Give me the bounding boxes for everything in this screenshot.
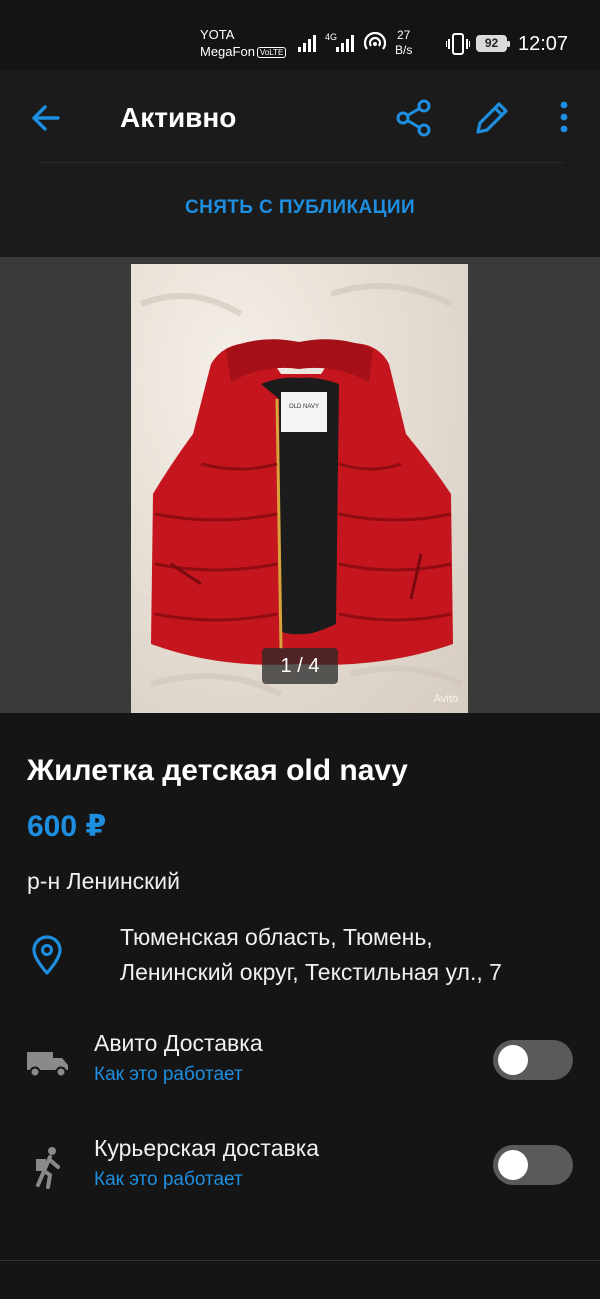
avito-delivery-title: Авито Доставка	[94, 1030, 263, 1056]
carrier-megafon: MegaFon	[200, 44, 255, 59]
photo-counter: 1 / 4	[262, 648, 338, 684]
arrow-left-icon[interactable]	[26, 98, 66, 138]
address-line-2: Ленинский округ, Текстильная ул., 7	[120, 959, 502, 985]
vibrate-icon	[446, 33, 470, 55]
carrier-megafon-row: MegaFon VoLTE	[200, 43, 287, 60]
tag-text: OLD NAVY	[289, 404, 319, 410]
net-speed: 27 B/s	[395, 28, 412, 58]
pencil-icon[interactable]	[470, 96, 514, 140]
courier-walking-icon	[36, 1147, 60, 1189]
address-line-1: Тюменская область, Тюмень,	[120, 924, 433, 950]
unpublish-button[interactable]: СНЯТЬ С ПУБЛИКАЦИИ	[0, 194, 600, 222]
carrier-yota: YOTA	[200, 27, 235, 42]
toolbar-divider	[40, 162, 564, 163]
courier-delivery-title: Курьерская доставка	[94, 1135, 320, 1161]
courier-delivery-how-link[interactable]: Как это работает	[94, 1167, 243, 1193]
status-bar: YOTA MegaFon VoLTE 4G 27 B/s 92 12:07	[0, 0, 600, 70]
listing-price: 600 ₽	[27, 810, 107, 843]
listing-title: Жилетка детская old navy	[27, 754, 408, 787]
signal-icon-2	[336, 35, 354, 52]
net-speed-unit: B/s	[395, 43, 413, 57]
courier-delivery-row: Курьерская доставка Как это работает	[0, 1131, 600, 1211]
toggle-knob	[498, 1045, 528, 1075]
net-speed-value: 27	[396, 28, 411, 42]
listing-district: р-н Ленинский	[27, 868, 180, 894]
unpublish-bar: СНЯТЬ С ПУБЛИКАЦИИ	[0, 164, 600, 257]
avito-delivery-row: Авито Доставка Как это работает	[0, 1026, 600, 1106]
avito-delivery-how-link[interactable]: Как это работает	[94, 1062, 243, 1088]
signal-icon	[298, 35, 316, 52]
photo-gallery[interactable]: OLD NAVY Avito 1 / 4	[0, 257, 600, 713]
location-pin-icon	[32, 935, 62, 975]
battery-icon: 92	[476, 35, 510, 52]
carrier-labels: YOTA MegaFon VoLTE	[200, 26, 287, 60]
vest-illustration: OLD NAVY	[139, 283, 463, 697]
page-title: Активно	[120, 102, 237, 133]
listing-address[interactable]: Тюменская область, Тюмень, Ленинский окр…	[120, 920, 590, 990]
avito-delivery-toggle[interactable]	[493, 1040, 573, 1080]
hotspot-icon	[363, 32, 387, 50]
avito-watermark: Avito	[433, 693, 458, 705]
courier-delivery-toggle[interactable]	[493, 1145, 573, 1185]
clock: 12:07	[518, 33, 569, 55]
listing-photo[interactable]: OLD NAVY Avito	[131, 264, 468, 713]
volte-badge: VoLTE	[256, 47, 287, 59]
listing-details: Жилетка детская old navy 600 ₽ р-н Ленин…	[0, 713, 600, 1299]
share-icon[interactable]	[392, 96, 436, 140]
bottom-divider	[0, 1260, 600, 1261]
more-vert-icon[interactable]	[546, 96, 582, 140]
toolbar: Активно	[0, 70, 600, 164]
toggle-knob	[498, 1150, 528, 1180]
truck-icon	[27, 1052, 68, 1078]
